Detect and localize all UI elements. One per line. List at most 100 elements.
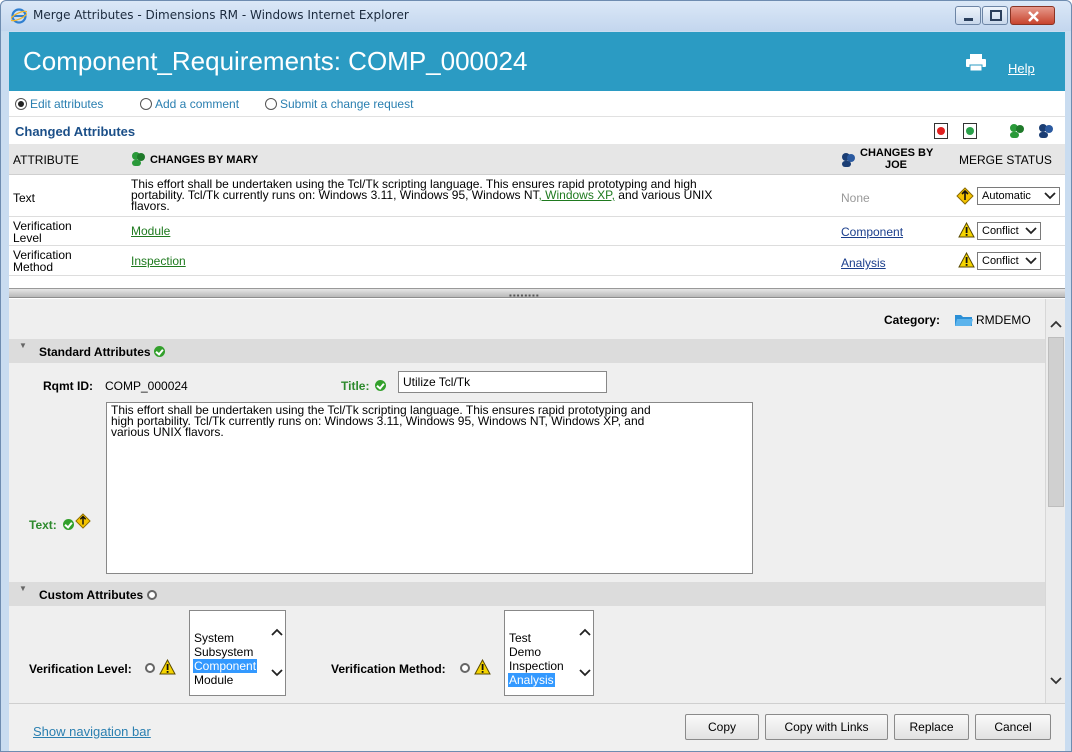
column-merge-status: MERGE STATUS <box>959 153 1052 167</box>
chevron-down-icon[interactable] <box>1050 675 1062 685</box>
list-option-selected[interactable]: Analysis <box>508 673 555 687</box>
user-joe-icon[interactable] <box>1037 123 1055 139</box>
replace-button[interactable]: Replace <box>894 714 969 740</box>
rqmt-id-value: COMP_000024 <box>105 379 188 393</box>
attribute-name-line: Level <box>13 231 42 245</box>
list-option[interactable]: Test <box>508 631 532 645</box>
mary-text-part: and various UNIX <box>614 188 713 202</box>
internet-explorer-icon <box>11 8 27 24</box>
chevron-down-icon[interactable] <box>271 667 283 677</box>
chevron-down-icon <box>1044 192 1056 200</box>
windows-xp-insertion: , Windows XP, <box>538 188 615 202</box>
chevron-up-icon[interactable] <box>1050 319 1062 329</box>
user-mary-icon[interactable] <box>1008 123 1026 139</box>
valid-check-icon <box>153 346 165 357</box>
section-title: Custom Attributes <box>39 588 157 602</box>
mary-level-value[interactable]: Module <box>131 225 170 237</box>
cancel-button[interactable]: Cancel <box>975 714 1051 740</box>
text-textarea[interactable]: This effort shall be undertaken using th… <box>106 402 753 574</box>
printer-icon[interactable] <box>965 54 987 72</box>
merge-status-select[interactable]: Conflict <box>977 252 1041 270</box>
chevron-down-icon <box>1025 227 1037 235</box>
merge-status-value: Conflict <box>982 255 1019 267</box>
merge-status-select[interactable]: Automatic <box>977 187 1060 205</box>
optional-marker-icon <box>145 663 155 673</box>
mary-method-value[interactable]: Inspection <box>131 255 186 267</box>
accept-mine-icon[interactable] <box>934 123 948 139</box>
scrollbar-thumb[interactable] <box>1048 337 1064 507</box>
add-comment-radio[interactable]: Add a comment <box>140 96 239 112</box>
copy-with-links-button[interactable]: Copy with Links <box>765 714 888 740</box>
show-navigation-bar-link[interactable]: Show navigation bar <box>33 724 151 739</box>
detail-pane: Category: RMDEMO ▼ Standard Attributes R… <box>9 299 1045 703</box>
column-changes-by-mary: CHANGES BY MARY <box>150 154 259 166</box>
collapse-triangle-icon[interactable]: ▼ <box>19 341 27 350</box>
table-row-verification-method: Verification Method Inspection Analysis C… <box>9 246 1065 276</box>
pane-splitter[interactable]: ▪▪▪▪▪▪▪▪ <box>9 288 1065 300</box>
category-value: RMDEMO <box>976 313 1031 327</box>
page-header: Component_Requirements: COMP_000024 Help <box>9 32 1065 91</box>
list-option[interactable]: Demo <box>508 645 542 659</box>
verification-level-listbox[interactable]: System Subsystem Component Module <box>189 610 286 696</box>
automatic-merge-icon <box>75 513 91 529</box>
detail-scrollbar[interactable] <box>1045 299 1065 703</box>
chevron-down-icon[interactable] <box>579 667 591 677</box>
joe-method-value[interactable]: Analysis <box>841 256 886 270</box>
help-link[interactable]: Help <box>1008 61 1035 76</box>
merge-status-value: Conflict <box>982 225 1019 237</box>
category-field: Category: RMDEMO <box>884 313 1031 327</box>
custom-attributes-header[interactable]: ▼ Custom Attributes <box>9 582 1045 606</box>
list-option[interactable]: System <box>193 631 235 645</box>
copy-button[interactable]: Copy <box>685 714 759 740</box>
title-label: Title: <box>341 379 370 393</box>
joe-text-change: None <box>841 191 870 205</box>
warning-icon <box>474 659 491 675</box>
merge-status-value: Automatic <box>982 190 1031 202</box>
close-window-button[interactable] <box>1010 6 1055 25</box>
optional-marker-icon <box>460 663 470 673</box>
attribute-name: Text <box>13 191 36 205</box>
list-option[interactable]: Subsystem <box>193 645 254 659</box>
edit-attributes-label: Edit attributes <box>30 97 104 111</box>
edit-attributes-radio[interactable]: Edit attributes <box>15 96 103 112</box>
list-option[interactable]: Inspection <box>508 659 565 673</box>
browser-window: Merge Attributes - Dimensions RM - Windo… <box>0 0 1072 752</box>
list-option[interactable]: Module <box>193 673 234 687</box>
verification-method-listbox[interactable]: Test Demo Inspection Analysis <box>504 610 594 696</box>
close-icon <box>1028 11 1039 22</box>
text-label: Text: <box>29 518 57 532</box>
warning-icon <box>958 222 975 238</box>
mode-selector: Edit attributes Add a comment Submit a c… <box>9 91 1065 116</box>
folder-icon <box>955 315 973 326</box>
window-title: Merge Attributes - Dimensions RM - Windo… <box>33 8 409 22</box>
minimize-icon <box>964 18 973 21</box>
window-titlebar: Merge Attributes - Dimensions RM - Windo… <box>1 1 1071 31</box>
add-comment-label: Add a comment <box>155 97 240 111</box>
text-line: various UNIX flavors. <box>111 425 224 439</box>
standard-attributes-header[interactable]: ▼ Standard Attributes <box>9 339 1045 363</box>
table-row-text: Text This effort shall be undertaken usi… <box>9 175 1065 217</box>
joe-level-value[interactable]: Component <box>841 225 903 239</box>
maximize-button[interactable] <box>982 6 1008 25</box>
radio-selected-indicator <box>15 98 27 110</box>
mary-text-change: This effort shall be undertaken using th… <box>131 178 713 212</box>
title-input[interactable]: Utilize Tcl/Tk <box>398 371 607 393</box>
submit-change-request-radio[interactable]: Submit a change request <box>265 96 413 112</box>
table-header: ATTRIBUTE CHANGES BY MARY CHANGES BY JOE… <box>9 144 1065 175</box>
collapse-triangle-icon[interactable]: ▼ <box>19 584 27 593</box>
chevron-up-icon[interactable] <box>579 627 591 637</box>
page-content: Component_Requirements: COMP_000024 Help… <box>9 32 1065 751</box>
section-title-text: Standard Attributes <box>39 345 151 359</box>
warning-icon <box>159 659 176 675</box>
section-title-text: Custom Attributes <box>39 588 144 602</box>
list-option-selected[interactable]: Component <box>193 659 258 673</box>
user-joe-icon <box>842 153 855 167</box>
accept-theirs-icon[interactable] <box>963 123 977 139</box>
mary-text-line: portability. Tcl/Tk currently runs on: W… <box>131 188 713 202</box>
merge-status-select[interactable]: Conflict <box>977 222 1041 240</box>
column-changes-by-joe-line2: JOE <box>885 159 908 171</box>
minimize-button[interactable] <box>955 6 981 25</box>
optional-marker-icon <box>146 590 157 600</box>
changed-attributes-header: Changed Attributes <box>9 116 1065 144</box>
chevron-up-icon[interactable] <box>271 627 283 637</box>
